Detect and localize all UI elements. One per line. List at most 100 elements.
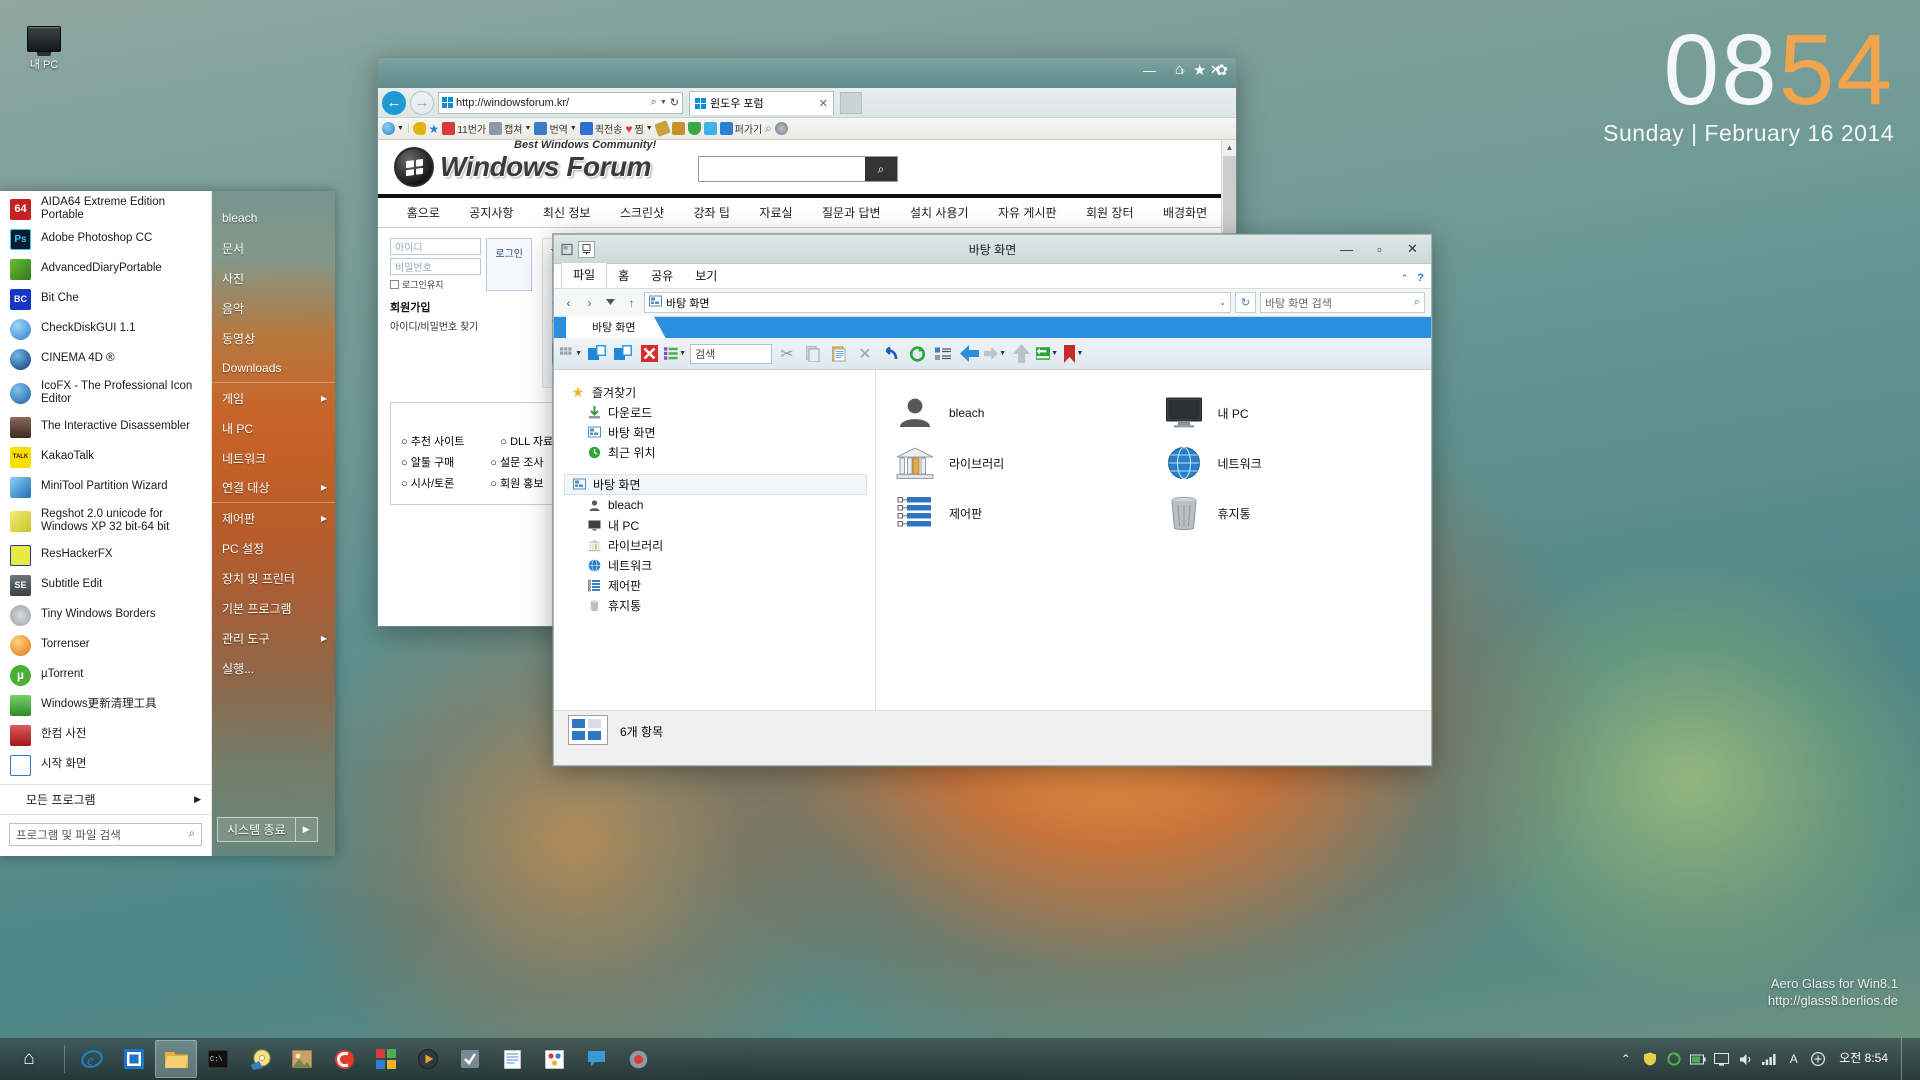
start-right-music[interactable]: 음악 bbox=[212, 293, 335, 323]
menu-item-5[interactable]: ○ 회원 홍보 bbox=[490, 475, 543, 491]
new-folder-button[interactable] bbox=[586, 343, 608, 365]
start-program-aida64[interactable]: 64 AIDA64 Extreme Edition Portable bbox=[0, 194, 211, 224]
start-right-run[interactable]: 실행... bbox=[212, 653, 335, 683]
language-icon[interactable]: A bbox=[1785, 1051, 1802, 1068]
login-button[interactable]: 로그인 bbox=[486, 238, 532, 291]
gear-icon[interactable]: ✿ bbox=[1215, 61, 1228, 79]
menu-item-3[interactable]: ○ 설문 조사 bbox=[490, 454, 543, 470]
start-program-bitche[interactable]: BC Bit Che bbox=[0, 284, 211, 314]
shutdown-button[interactable]: 시스템 종료 bbox=[217, 817, 296, 842]
start-program-torrenser[interactable]: Torrenser bbox=[0, 630, 211, 660]
help-icon[interactable]: ? bbox=[1417, 272, 1424, 284]
explorer-classic-toolbar[interactable]: ▼ ▼ 검색 ✂ ✕ ▼ ▼ ▼ bbox=[554, 338, 1431, 370]
start-program-hancom-dict[interactable]: 한컴 사전 bbox=[0, 720, 211, 750]
ie-address-bar[interactable]: http://windowsforum.kr/ ⌕ ▼ ↻ bbox=[438, 91, 683, 114]
explorer-back-button[interactable]: ‹ bbox=[560, 294, 577, 312]
show-desktop-button[interactable] bbox=[1901, 1038, 1910, 1080]
refresh-icon[interactable]: ↻ bbox=[670, 96, 679, 109]
favorites-star-icon[interactable]: ★ bbox=[1193, 61, 1206, 79]
input-method-icon[interactable] bbox=[1809, 1051, 1826, 1068]
menu-item-4[interactable]: ○ 시사/토론 bbox=[401, 475, 454, 491]
tab-file[interactable]: 파일 bbox=[561, 262, 608, 288]
nav-item-mypc[interactable]: 내 PC bbox=[564, 515, 875, 535]
start-right-videos[interactable]: 동영상 bbox=[212, 323, 335, 353]
start-program-regshot[interactable]: Regshot 2.0 unicode for Windows XP 32 bi… bbox=[0, 502, 211, 540]
start-right-connect-to[interactable]: 연결 대상 ▶ bbox=[212, 473, 335, 503]
addon-twitter[interactable] bbox=[703, 122, 717, 135]
file-explorer-window[interactable]: 바탕 화면 — ▫ ✕ 파일 홈 공유 보기 ⌃ ? ‹ › ↑ 바탕 화면 ⌄… bbox=[553, 234, 1432, 766]
start-program-advanceddiary[interactable]: AdvancedDiaryPortable bbox=[0, 254, 211, 284]
nav-qna[interactable]: 질문과 답변 bbox=[822, 204, 881, 221]
login-pw-field[interactable]: 비밀번호 bbox=[390, 258, 482, 275]
shutdown-control[interactable]: 시스템 종료 ▶ bbox=[217, 817, 318, 842]
ie-tab-close-icon[interactable]: ✕ bbox=[819, 97, 828, 110]
remember-checkbox[interactable] bbox=[390, 280, 399, 289]
nav-favorites[interactable]: ★ 즐겨찾기 bbox=[564, 382, 875, 402]
login-box[interactable]: 아이디 비밀번호 로그인유지 로그인 회원가입 아이디/비밀번호 찾기 bbox=[390, 238, 532, 388]
start-right-bleach[interactable]: bleach bbox=[212, 203, 335, 233]
search-icon[interactable]: ⌕ bbox=[651, 96, 657, 109]
chevron-down-icon[interactable]: ⌄ bbox=[1219, 298, 1226, 307]
chevron-down-icon[interactable]: ▼ bbox=[660, 99, 667, 106]
toolbar-search-input[interactable]: 검색 bbox=[690, 343, 772, 364]
addon-11st[interactable]: 11번가 bbox=[442, 121, 486, 136]
start-program-checkdiskgui[interactable]: CheckDiskGUI 1.1 bbox=[0, 314, 211, 344]
red-bookmark-button[interactable]: ▼ bbox=[1062, 343, 1084, 365]
search-icon[interactable]: ⌕ bbox=[189, 828, 195, 841]
taskbar-utility[interactable] bbox=[449, 1040, 491, 1078]
addon-star[interactable]: ★ bbox=[429, 122, 440, 136]
chevron-up-icon[interactable]: ⌃ bbox=[1617, 1051, 1634, 1068]
ie-back-button[interactable]: ← bbox=[382, 90, 406, 115]
find-credentials-link[interactable]: 아이디/비밀번호 찾기 bbox=[390, 318, 532, 333]
nav-wallpaper[interactable]: 배경화면 bbox=[1163, 204, 1207, 221]
ie-minimize-button[interactable]: — bbox=[1133, 58, 1166, 82]
explorer-up-button[interactable]: ↑ bbox=[623, 294, 640, 312]
explorer-close-button[interactable]: ✕ bbox=[1396, 235, 1429, 263]
paste-button[interactable] bbox=[828, 343, 850, 365]
home-icon[interactable]: ⌂ bbox=[1175, 61, 1184, 79]
login-id-field[interactable]: 아이디 bbox=[390, 238, 482, 255]
start-right-pictures[interactable]: 사진 bbox=[212, 263, 335, 293]
addon-book[interactable] bbox=[671, 122, 685, 135]
ie-titlebar[interactable]: — ▫ ✕ ⌂ ★ ✿ bbox=[378, 58, 1236, 88]
explorer-file-list[interactable]: bleach 내 PC 라이브러리 네트워크 제어판 휴지통 bbox=[876, 370, 1431, 710]
start-program-utorrent[interactable]: µ µTorrent bbox=[0, 660, 211, 690]
green-refresh-button[interactable]: ▼ bbox=[1036, 343, 1058, 365]
start-all-programs[interactable]: 모든 프로그램 ▶ bbox=[0, 784, 211, 814]
start-search-wrapper[interactable]: 프로그램 및 파일 검색 ⌕ bbox=[0, 814, 211, 856]
menu-item-2[interactable]: ○ 알툴 구매 bbox=[401, 454, 454, 470]
nav-desktop-fav[interactable]: 바탕 화면 bbox=[564, 422, 875, 442]
start-program-subtitle-edit[interactable]: SE Subtitle Edit bbox=[0, 570, 211, 600]
file-item-bleach[interactable]: bleach bbox=[894, 388, 1163, 438]
explorer-recent-button[interactable] bbox=[602, 294, 619, 312]
ie-command-icons[interactable]: ⌂ ★ ✿ bbox=[1175, 61, 1228, 79]
ie-addons-toolbar[interactable]: ▼ | ★ 11번가 캡쳐 ▼ 번역 ▼ 퀵전송 ♥ 찜 ▼ 퍼가기 ⌕ bbox=[378, 118, 1236, 140]
shutdown-options-arrow-icon[interactable]: ▶ bbox=[295, 817, 318, 842]
start-right-mypc[interactable]: 내 PC bbox=[212, 413, 335, 443]
nav-item-libraries[interactable]: 라이브러리 bbox=[564, 535, 875, 555]
explorer-search-input[interactable]: 바탕 화면 검색 ⌕ bbox=[1260, 292, 1425, 313]
explorer-navigation-pane[interactable]: ★ 즐겨찾기 다운로드 바탕 화면 최근 위치 바탕 화면 bleach 내 P… bbox=[554, 370, 876, 710]
start-program-ida[interactable]: The Interactive Disassembler bbox=[0, 412, 211, 442]
explorer-window-buttons[interactable]: — ▫ ✕ bbox=[1330, 235, 1429, 263]
system-tray[interactable]: ⌃ A 오전 8:54 bbox=[1617, 1038, 1920, 1080]
file-item-network[interactable]: 네트워크 bbox=[1163, 438, 1432, 488]
start-right-control-panel[interactable]: 제어판 ▶ bbox=[212, 503, 335, 533]
undo-button[interactable] bbox=[880, 343, 902, 365]
start-program-icofx[interactable]: IcoFX - The Professional Icon Editor bbox=[0, 374, 211, 412]
file-item-recycle-bin[interactable]: 휴지통 bbox=[1163, 488, 1432, 538]
start-right-devices-printers[interactable]: 장치 및 프린터 bbox=[212, 563, 335, 593]
cut-button[interactable]: ✂ bbox=[776, 343, 798, 365]
nav-desktop-root[interactable]: 바탕 화면 bbox=[564, 474, 867, 495]
addon-key[interactable] bbox=[412, 122, 426, 135]
file-item-control-panel[interactable]: 제어판 bbox=[894, 488, 1163, 538]
addon-heart[interactable]: ♥ 찜 ▼ bbox=[625, 121, 652, 137]
taskbar-chat[interactable] bbox=[575, 1040, 617, 1078]
start-program-photoshop[interactable]: Ps Adobe Photoshop CC bbox=[0, 224, 211, 254]
addon-shield[interactable] bbox=[687, 122, 701, 135]
start-right-documents[interactable]: 문서 bbox=[212, 233, 335, 263]
start-program-kakaotalk[interactable]: TALK KakaoTalk bbox=[0, 442, 211, 472]
file-item-libraries[interactable]: 라이브러리 bbox=[894, 438, 1163, 488]
nav-notice[interactable]: 공지사항 bbox=[469, 204, 513, 221]
back-arrow-button[interactable] bbox=[958, 343, 980, 365]
